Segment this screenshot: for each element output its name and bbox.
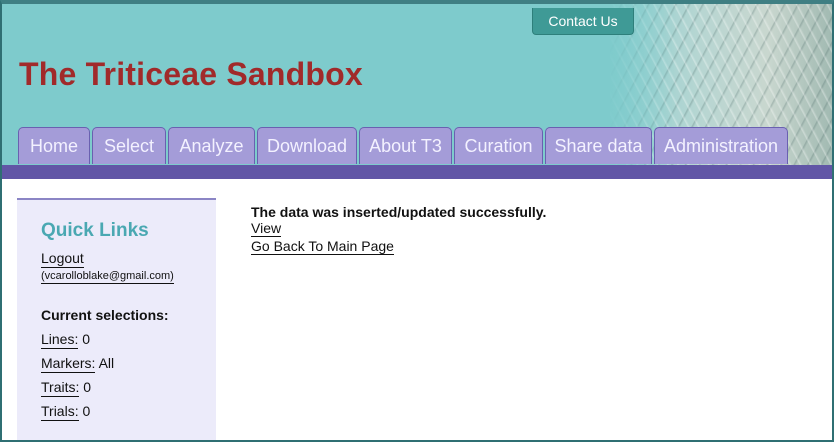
quick-links-title: Quick Links bbox=[41, 220, 149, 241]
quick-links-sidebar: Quick Links Logout (vcarolloblake@gmail.… bbox=[17, 198, 216, 440]
tab-share-data[interactable]: Share data bbox=[545, 127, 652, 164]
lines-link[interactable]: Lines: bbox=[41, 331, 79, 349]
trials-value: 0 bbox=[82, 403, 91, 419]
selection-traits: Traits: 0 bbox=[41, 379, 92, 397]
traits-value: 0 bbox=[83, 379, 92, 395]
tab-home[interactable]: Home bbox=[18, 127, 90, 164]
site-header: Contact Us The Triticeae Sandbox Home Se… bbox=[2, 4, 832, 167]
current-selections-title: Current selections: bbox=[41, 307, 169, 323]
trials-link[interactable]: Trials: bbox=[41, 403, 79, 421]
logout-link[interactable]: Logout bbox=[41, 250, 84, 268]
nav-underline-bar bbox=[2, 165, 832, 179]
tab-administration[interactable]: Administration bbox=[654, 127, 788, 164]
tab-download[interactable]: Download bbox=[257, 127, 357, 164]
traits-link[interactable]: Traits: bbox=[41, 379, 80, 397]
tab-select[interactable]: Select bbox=[92, 127, 166, 164]
selection-markers: Markers: All bbox=[41, 355, 115, 373]
main-navigation: Home Select Analyze Download About T3 Cu… bbox=[18, 127, 788, 164]
lines-value: 0 bbox=[82, 331, 91, 347]
tab-analyze[interactable]: Analyze bbox=[168, 127, 255, 164]
view-link[interactable]: View bbox=[251, 220, 282, 237]
main-content: The data was inserted/updated successful… bbox=[251, 204, 546, 256]
user-email-link[interactable]: (vcarolloblake@gmail.com) bbox=[41, 270, 174, 284]
site-title: The Triticeae Sandbox bbox=[19, 56, 363, 92]
tab-about-t3[interactable]: About T3 bbox=[359, 127, 452, 164]
selection-trials: Trials: 0 bbox=[41, 403, 91, 421]
browser-page: Contact Us The Triticeae Sandbox Home Se… bbox=[0, 0, 834, 442]
tab-curation[interactable]: Curation bbox=[454, 127, 543, 164]
selection-lines: Lines: 0 bbox=[41, 331, 91, 349]
markers-link[interactable]: Markers: bbox=[41, 355, 96, 373]
contact-us-link[interactable]: Contact Us bbox=[532, 8, 634, 35]
success-message: The data was inserted/updated successful… bbox=[251, 204, 547, 220]
markers-value: All bbox=[98, 355, 115, 371]
back-to-main-link[interactable]: Go Back To Main Page bbox=[251, 238, 394, 255]
